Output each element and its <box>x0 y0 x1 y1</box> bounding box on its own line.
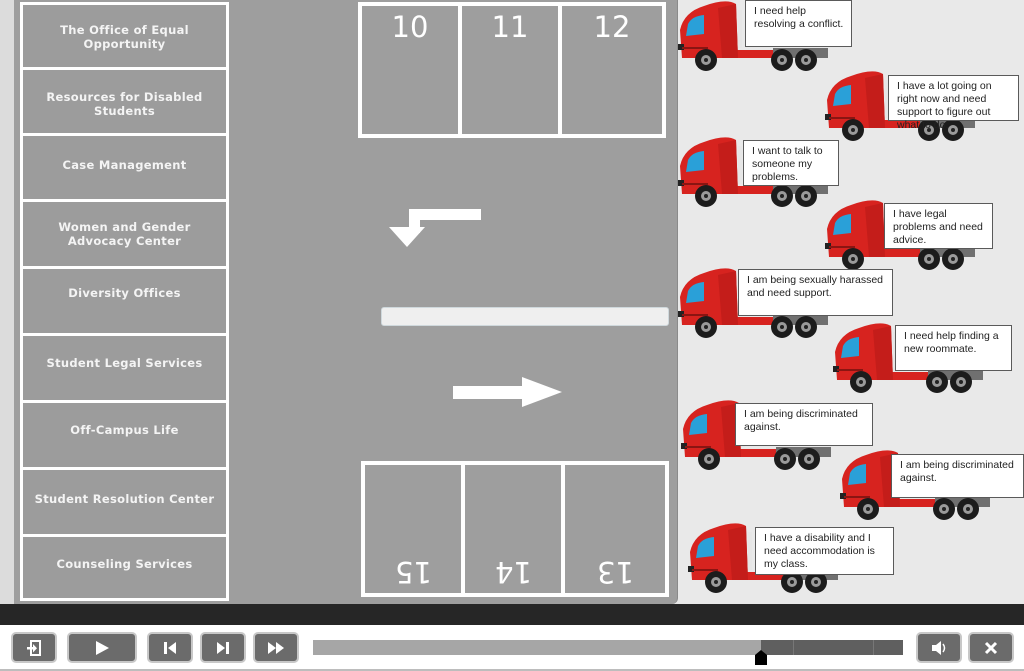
truck[interactable]: I am being discriminated against. <box>681 399 873 473</box>
truck-message: I need help resolving a conflict. <box>745 0 852 47</box>
left-margin <box>0 0 14 604</box>
destination-disabled-students[interactable]: Resources for Disabled Students <box>20 67 229 136</box>
truck[interactable]: I am being discriminated against. <box>840 449 1024 523</box>
fast-forward-icon <box>268 641 284 654</box>
destination-label: Counseling Services <box>56 557 193 571</box>
spot-number: 12 <box>593 10 631 44</box>
right-arrow-icon <box>453 377 562 407</box>
destination-label: Case Management <box>62 158 187 172</box>
parking-spot[interactable]: 15 <box>365 465 465 593</box>
destination-list: The Office of Equal Opportunity Resource… <box>20 2 229 601</box>
parking-spot[interactable]: 14 <box>465 465 565 593</box>
destination-case-management[interactable]: Case Management <box>20 133 229 202</box>
truck-message: I want to talk to someone my problems. <box>743 140 839 186</box>
progress-fill <box>313 640 762 655</box>
parking-spots-top: 10 11 12 <box>358 2 666 138</box>
destination-label: Resources for Disabled Students <box>46 90 203 118</box>
destination-counseling-services[interactable]: Counseling Services <box>20 534 229 601</box>
destination-label: Diversity Offices <box>68 286 181 300</box>
spot-number: 10 <box>391 10 429 44</box>
destination-women-gender-advocacy[interactable]: Women and Gender Advocacy Center <box>20 199 229 269</box>
truck[interactable]: I have a lot going on right now and need… <box>825 70 1019 144</box>
destination-off-campus-life[interactable]: Off-Campus Life <box>20 400 229 470</box>
player-divider <box>0 604 1024 625</box>
close-icon <box>984 641 998 654</box>
truck-message: I have a disability and I need accommoda… <box>755 527 894 575</box>
play-button[interactable] <box>67 632 137 663</box>
player-controls <box>0 625 1024 671</box>
fast-forward-button[interactable] <box>253 632 299 663</box>
destination-diversity-offices[interactable]: Diversity Offices <box>20 266 229 336</box>
close-button[interactable] <box>968 632 1014 663</box>
turn-left-arrow-icon <box>389 209 481 247</box>
destination-student-resolution-center[interactable]: Student Resolution Center <box>20 467 229 537</box>
truck[interactable]: I have legal problems and need advice. <box>825 199 993 273</box>
previous-button[interactable] <box>147 632 193 663</box>
parking-spot[interactable]: 10 <box>362 6 462 134</box>
next-button[interactable] <box>200 632 246 663</box>
truck-message: I have legal problems and need advice. <box>884 203 993 249</box>
parking-spot[interactable]: 13 <box>565 465 665 593</box>
parking-spot[interactable]: 11 <box>462 6 562 134</box>
skip-back-icon <box>164 641 176 654</box>
speaker-icon <box>932 640 946 655</box>
destination-label: Student Resolution Center <box>34 492 215 506</box>
truck[interactable]: I need help finding a new roommate. <box>833 322 1012 396</box>
destination-office-equal-opportunity[interactable]: The Office of Equal Opportunity <box>20 2 229 70</box>
parking-spot[interactable]: 12 <box>562 6 662 134</box>
truck-message: I have a lot going on right now and need… <box>888 75 1019 131</box>
truck-message: I am being discriminated against. <box>735 403 873 446</box>
truck[interactable]: I have a disability and I need accommoda… <box>688 522 894 596</box>
truck[interactable]: I want to talk to someone my problems. <box>678 136 839 210</box>
skip-forward-icon <box>217 641 229 654</box>
destination-label: Off-Campus Life <box>70 423 179 437</box>
truck[interactable]: I am being sexually harassed and need su… <box>678 267 893 341</box>
parking-spots-bottom: 15 14 13 <box>361 461 669 597</box>
progress-thumb[interactable] <box>755 650 768 665</box>
lane-divider <box>381 307 669 326</box>
truck-message: I need help finding a new roommate. <box>895 325 1012 371</box>
spot-number: 11 <box>491 10 529 44</box>
volume-button[interactable] <box>916 632 962 663</box>
spot-number: 14 <box>494 555 532 589</box>
progress-segment-marker <box>873 640 874 655</box>
spot-number: 13 <box>596 555 634 589</box>
truck-message: I am being sexually harassed and need su… <box>738 269 893 316</box>
truck[interactable]: I need help resolving a conflict. <box>678 0 852 74</box>
exit-button[interactable] <box>11 632 57 663</box>
destination-label: Student Legal Services <box>46 356 203 370</box>
game-stage: The Office of Equal Opportunity Resource… <box>0 0 1024 604</box>
spot-number: 15 <box>394 555 432 589</box>
destination-label: Women and Gender Advocacy Center <box>58 220 191 248</box>
destination-label: The Office of Equal Opportunity <box>60 23 189 51</box>
progress-bar[interactable] <box>313 640 903 655</box>
progress-segment-marker <box>793 640 794 655</box>
destination-student-legal-services[interactable]: Student Legal Services <box>20 333 229 403</box>
play-icon <box>96 640 109 655</box>
exit-icon <box>27 639 41 656</box>
truck-message: I am being discriminated against. <box>891 454 1024 498</box>
